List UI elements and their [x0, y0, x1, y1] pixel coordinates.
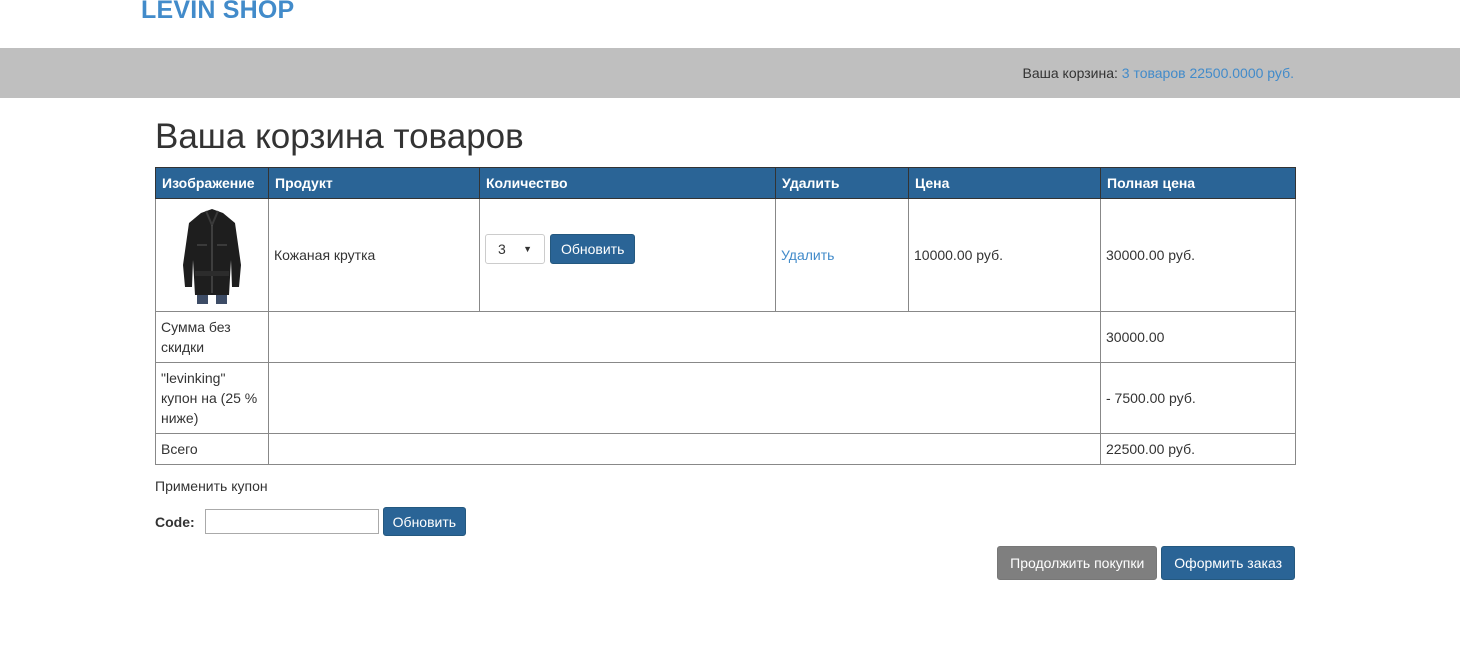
subtotal-row: Сумма без скидки 30000.00 [155, 311, 1296, 363]
continue-shopping-button[interactable]: Продолжить покупки [997, 546, 1158, 580]
checkout-button[interactable]: Оформить заказ [1161, 546, 1295, 580]
subtotal-value: 30000.00 [1100, 311, 1296, 363]
empty-cell [268, 362, 1101, 434]
coupon-discount-row: "levinking" купон на (25 % ниже) - 7500.… [155, 362, 1296, 434]
coupon-code-input[interactable] [204, 509, 379, 534]
header-product: Продукт [268, 167, 480, 199]
empty-cell [268, 311, 1101, 363]
coupon-code-label: Code: [155, 513, 195, 530]
product-image-cell [155, 198, 269, 312]
grand-total-value: 22500.00 руб. [1100, 433, 1296, 465]
cart-summary-label: Ваша корзина: [1022, 65, 1118, 81]
grand-total-row: Всего 22500.00 руб. [155, 433, 1296, 465]
leather-jacket-image[interactable] [177, 205, 247, 305]
coupon-discount-value: - 7500.00 руб. [1100, 362, 1296, 434]
chevron-down-icon: ▼ [523, 244, 532, 254]
main-content: Ваша корзина товаров Изображение Продукт… [155, 98, 1296, 580]
quantity-cell: 3 ▼ Обновить [479, 198, 776, 312]
cart-summary-link[interactable]: 3 товаров 22500.0000 руб. [1122, 65, 1294, 81]
cart-summary: Ваша корзина: 3 товаров 22500.0000 руб. [1023, 65, 1295, 81]
product-name: Кожаная крутка [268, 198, 480, 312]
table-row: Кожаная крутка 3 ▼ Обновить Удалить 1000… [155, 198, 1296, 312]
quantity-select[interactable]: 3 ▼ [485, 234, 545, 264]
remove-link[interactable]: Удалить [781, 247, 834, 263]
grand-total-label: Всего [155, 433, 269, 465]
table-header-row: Изображение Продукт Количество Удалить Ц… [155, 167, 1296, 199]
cart-actions: Продолжить покупки Оформить заказ [155, 546, 1295, 580]
apply-coupon-button[interactable]: Обновить [382, 507, 467, 536]
empty-cell [268, 433, 1101, 465]
subtotal-label: Сумма без скидки [155, 311, 269, 363]
remove-cell: Удалить [775, 198, 909, 312]
coupon-title: Применить купон [155, 478, 268, 494]
header-quantity: Количество [479, 167, 776, 199]
coupon-form: Code: Обновить [155, 507, 1295, 536]
header-total: Полная цена [1100, 167, 1296, 199]
cart-table: Изображение Продукт Количество Удалить Ц… [155, 167, 1296, 465]
update-quantity-button[interactable]: Обновить [550, 234, 636, 264]
page-title: Ваша корзина товаров [155, 117, 524, 156]
header-image: Изображение [155, 167, 269, 199]
header-price: Цена [908, 167, 1101, 199]
coupon-discount-label: "levinking" купон на (25 % ниже) [155, 362, 269, 434]
line-total: 30000.00 руб. [1100, 198, 1296, 312]
quantity-value: 3 [498, 241, 506, 257]
brand-logo[interactable]: LEVIN SHOP [141, 0, 294, 25]
subheader-bar: Ваша корзина: 3 товаров 22500.0000 руб. [0, 48, 1460, 98]
unit-price: 10000.00 руб. [908, 198, 1101, 312]
header-remove: Удалить [775, 167, 909, 199]
